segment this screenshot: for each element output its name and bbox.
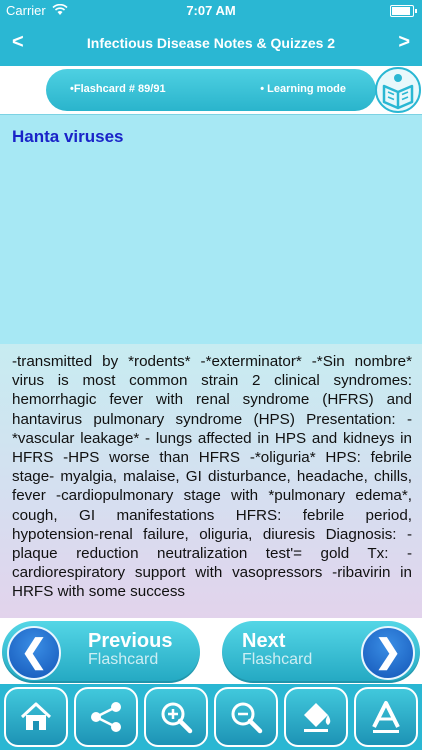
font-size-button[interactable] [354, 687, 418, 747]
share-icon [91, 702, 121, 732]
home-icon [20, 702, 52, 730]
paint-bucket-icon [304, 703, 331, 732]
font-icon [372, 701, 400, 733]
back-arrow-icon[interactable]: < [12, 32, 24, 52]
card-body-text: -transmitted by *rodents* -*exterminator… [12, 353, 412, 601]
previous-label: Previous Flashcard [88, 631, 172, 669]
chevron-right-icon: ❯ [361, 626, 415, 680]
previous-label-line2: Flashcard [88, 651, 159, 668]
status-bar: Carrier 7:07 AM [0, 0, 422, 22]
bottom-toolbar [0, 684, 422, 750]
card-title-area: Hanta viruses [0, 114, 422, 345]
page-title: Infectious Disease Notes & Quizzes 2 [86, 35, 336, 51]
zoom-out-button[interactable] [214, 687, 278, 747]
flashcard-counter: •Flashcard # 89/91 [70, 83, 166, 95]
previous-flashcard-button[interactable]: ❮ Previous Flashcard [2, 621, 200, 683]
card-body-area: -transmitted by *rodents* -*exterminator… [0, 344, 422, 618]
next-label: Next Flashcard [242, 631, 312, 669]
navigation-bar: < Infectious Disease Notes & Quizzes 2 > [0, 22, 422, 66]
info-strip: •Flashcard # 89/91 • Learning mode [0, 66, 422, 114]
next-label-line2: Flashcard [242, 651, 313, 668]
info-pill: •Flashcard # 89/91 • Learning mode [46, 69, 376, 111]
battery-icon [390, 5, 417, 17]
zoom-out-icon [231, 702, 263, 734]
chevron-left-icon: ❮ [7, 626, 61, 680]
flashcard-navigation: ❮ Previous Flashcard Next Flashcard ❯ [0, 618, 422, 684]
share-button[interactable] [74, 687, 138, 747]
mode-label: • Learning mode [260, 83, 346, 95]
home-button[interactable] [4, 687, 68, 747]
clock: 7:07 AM [186, 3, 236, 18]
forward-arrow-icon[interactable]: > [398, 32, 410, 52]
zoom-in-button[interactable] [144, 687, 208, 747]
book-reader-logo-icon [375, 67, 421, 113]
zoom-in-icon [161, 702, 193, 734]
card-title: Hanta viruses [12, 127, 124, 146]
next-label-line1: Next [242, 630, 286, 652]
next-flashcard-button[interactable]: Next Flashcard ❯ [222, 621, 420, 683]
previous-label-line1: Previous [88, 630, 173, 652]
theme-color-button[interactable] [284, 687, 348, 747]
